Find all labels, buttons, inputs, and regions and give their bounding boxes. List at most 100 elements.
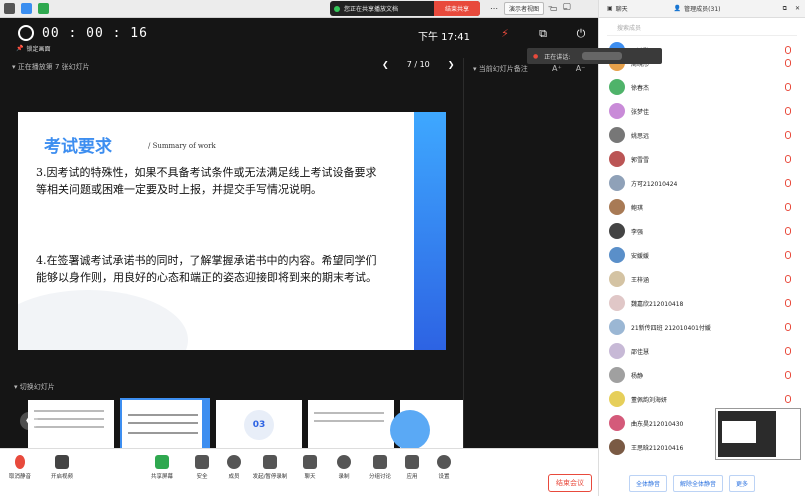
mic-off-icon[interactable] <box>785 227 791 235</box>
list-item[interactable]: 郭雪雪 <box>609 149 799 169</box>
end-meeting-button[interactable]: 结束会议 <box>548 474 592 492</box>
share-status-pill: 您正在共享播放文档 结束共享 <box>330 1 480 16</box>
participant-name: 王思晗212010416 <box>631 444 684 452</box>
lock-view-toggle[interactable]: 📌 锁定画面 <box>16 44 51 53</box>
list-item[interactable]: 杨静 <box>609 365 799 385</box>
thumbs-next-icon[interactable]: ❯ <box>428 412 446 430</box>
list-item[interactable]: 董佩韵刘海妍 <box>609 389 799 409</box>
thumbnail-slide[interactable]: 9 <box>308 400 394 462</box>
avatar <box>609 439 625 455</box>
thumbnail-slide[interactable]: 03 8 <box>216 400 302 462</box>
font-increase-button[interactable]: A⁺ <box>552 64 562 73</box>
participant-name: 姚思远 <box>631 132 650 140</box>
mic-off-icon[interactable] <box>785 107 791 115</box>
slide-accent-bar <box>414 112 446 350</box>
avatar <box>609 391 625 407</box>
mic-off-icon[interactable] <box>785 179 791 187</box>
avatar <box>609 175 625 191</box>
list-item[interactable]: 魏嘉欣212010418 <box>609 293 799 313</box>
tab-members[interactable]: 👤 管理成员(31) <box>666 4 729 13</box>
maximize-window-icon[interactable]: ▢ <box>563 2 572 12</box>
unmute-button[interactable]: 取消静音 <box>0 455 40 480</box>
participant-name: 方可212010424 <box>631 180 678 188</box>
more-button[interactable]: 更多 <box>729 474 756 492</box>
chat-icon <box>303 455 317 469</box>
recording-button[interactable]: 录制 <box>324 455 364 480</box>
thumbs-prev-icon[interactable]: ❮ <box>20 412 38 430</box>
page-indicator: 7 / 10 <box>406 60 430 69</box>
participant-name: 董佩韵刘海妍 <box>631 396 668 404</box>
mic-off-icon[interactable] <box>785 371 791 379</box>
power-icon[interactable]: ⏻ <box>574 27 588 41</box>
list-item[interactable]: 鲍琪 <box>609 197 799 217</box>
font-decrease-button[interactable]: A⁻ <box>576 64 586 73</box>
list-item[interactable]: 张梦佳 <box>609 101 799 121</box>
participant-name: 邵佳慧 <box>631 348 650 356</box>
mic-off-icon[interactable] <box>785 299 791 307</box>
recording-icon <box>337 455 351 469</box>
thumbnail-slide[interactable]: 6 <box>28 400 114 462</box>
slide-pager: ❮ 7 / 10 ❯ <box>382 60 454 69</box>
toolbar-label: 成员 <box>228 474 240 480</box>
list-item[interactable]: 王梓涵 <box>609 269 799 289</box>
unmute-all-button[interactable]: 解除全体静音 <box>673 474 724 492</box>
slide-status: ▾ 正在播放第 7 张幻灯片 <box>12 62 90 72</box>
slide-decoration <box>18 290 188 350</box>
presenter-view-button[interactable]: 演示者视图 <box>504 2 545 15</box>
share-status-text: 您正在共享播放文档 <box>344 6 399 13</box>
share-icon <box>155 455 169 469</box>
switch-screen-icon[interactable]: ⧉ <box>536 27 550 41</box>
list-item[interactable]: 21新传四班 212010401付媛 <box>609 317 799 337</box>
slide-paragraph-1: 3.因考试的特殊性，如果不具备考试条件或无法满足线上考试设备要求等相关问题或困难… <box>36 166 377 196</box>
laser-pointer-icon[interactable]: ⚡ <box>498 27 512 41</box>
mic-off-icon[interactable] <box>785 83 791 91</box>
mic-off-icon[interactable] <box>785 155 791 163</box>
members-icon: 👤 <box>673 5 682 12</box>
video-button[interactable]: 开启视频 <box>42 455 82 480</box>
list-item[interactable]: 安媛媛 <box>609 245 799 265</box>
presenter-header: 00 : 00 : 16 📌 锁定画面 下午 17:41 ⚡ ⧉ ⏻ <box>0 18 598 53</box>
list-item[interactable]: 邵佳慧 <box>609 341 799 361</box>
toolbar-label: 取消静音 <box>8 474 31 480</box>
more-icon[interactable]: ⋯ <box>490 4 498 13</box>
tab-chat[interactable]: ▣ 聊天 <box>599 4 636 13</box>
list-item[interactable]: 方可212010424 <box>609 173 799 193</box>
share-screen-button[interactable]: 共享屏幕 <box>142 455 182 480</box>
close-icon[interactable]: ✕ <box>795 5 800 13</box>
gear-icon <box>437 455 451 469</box>
mic-off-icon[interactable] <box>785 59 791 67</box>
elapsed-timer: 00 : 00 : 16 <box>42 26 148 41</box>
members-button[interactable]: 成员 <box>214 455 254 480</box>
window-icon[interactable] <box>4 3 15 14</box>
timer-icon[interactable] <box>18 25 34 41</box>
mic-off-icon[interactable] <box>785 131 791 139</box>
mic-off-icon[interactable] <box>785 251 791 259</box>
mic-off-icon[interactable] <box>785 395 791 403</box>
notes-title: 当前幻灯片备注 <box>478 65 528 73</box>
mute-all-button[interactable]: 全体静音 <box>629 474 668 492</box>
shield-icon[interactable] <box>21 3 32 14</box>
stop-share-button[interactable]: 结束共享 <box>434 1 480 16</box>
toolbar-label: 开启视频 <box>50 474 73 480</box>
next-slide-icon[interactable]: ❯ <box>448 60 455 69</box>
member-search-input[interactable]: 搜索成员 <box>607 22 797 36</box>
popout-icon[interactable]: ⧉ <box>783 5 787 13</box>
minimize-window-icon[interactable]: – <box>548 2 553 12</box>
list-item[interactable]: 徐春杰 <box>609 77 799 97</box>
mic-off-icon[interactable] <box>785 347 791 355</box>
thumbnail-badge: 03 <box>244 410 274 440</box>
record-button[interactable]: 发起/暂停录制 <box>250 455 290 480</box>
list-item[interactable]: 姚思远 <box>609 125 799 145</box>
mic-off-icon[interactable] <box>785 323 791 331</box>
prev-slide-icon[interactable]: ❮ <box>382 60 389 69</box>
mic-off-icon[interactable] <box>785 275 791 283</box>
self-view-thumbnail[interactable] <box>715 408 801 460</box>
thumbnail-slide-active[interactable]: 7 <box>120 398 210 462</box>
mic-off-icon[interactable] <box>785 203 791 211</box>
settings-button[interactable]: 设置 <box>424 455 464 480</box>
current-time: 下午 17:41 <box>418 32 470 43</box>
toolbar-label: 发起/暂停录制 <box>252 474 288 480</box>
camera-off-icon <box>55 455 69 469</box>
list-item[interactable]: 李强 <box>609 221 799 241</box>
shield-icon <box>195 455 209 469</box>
